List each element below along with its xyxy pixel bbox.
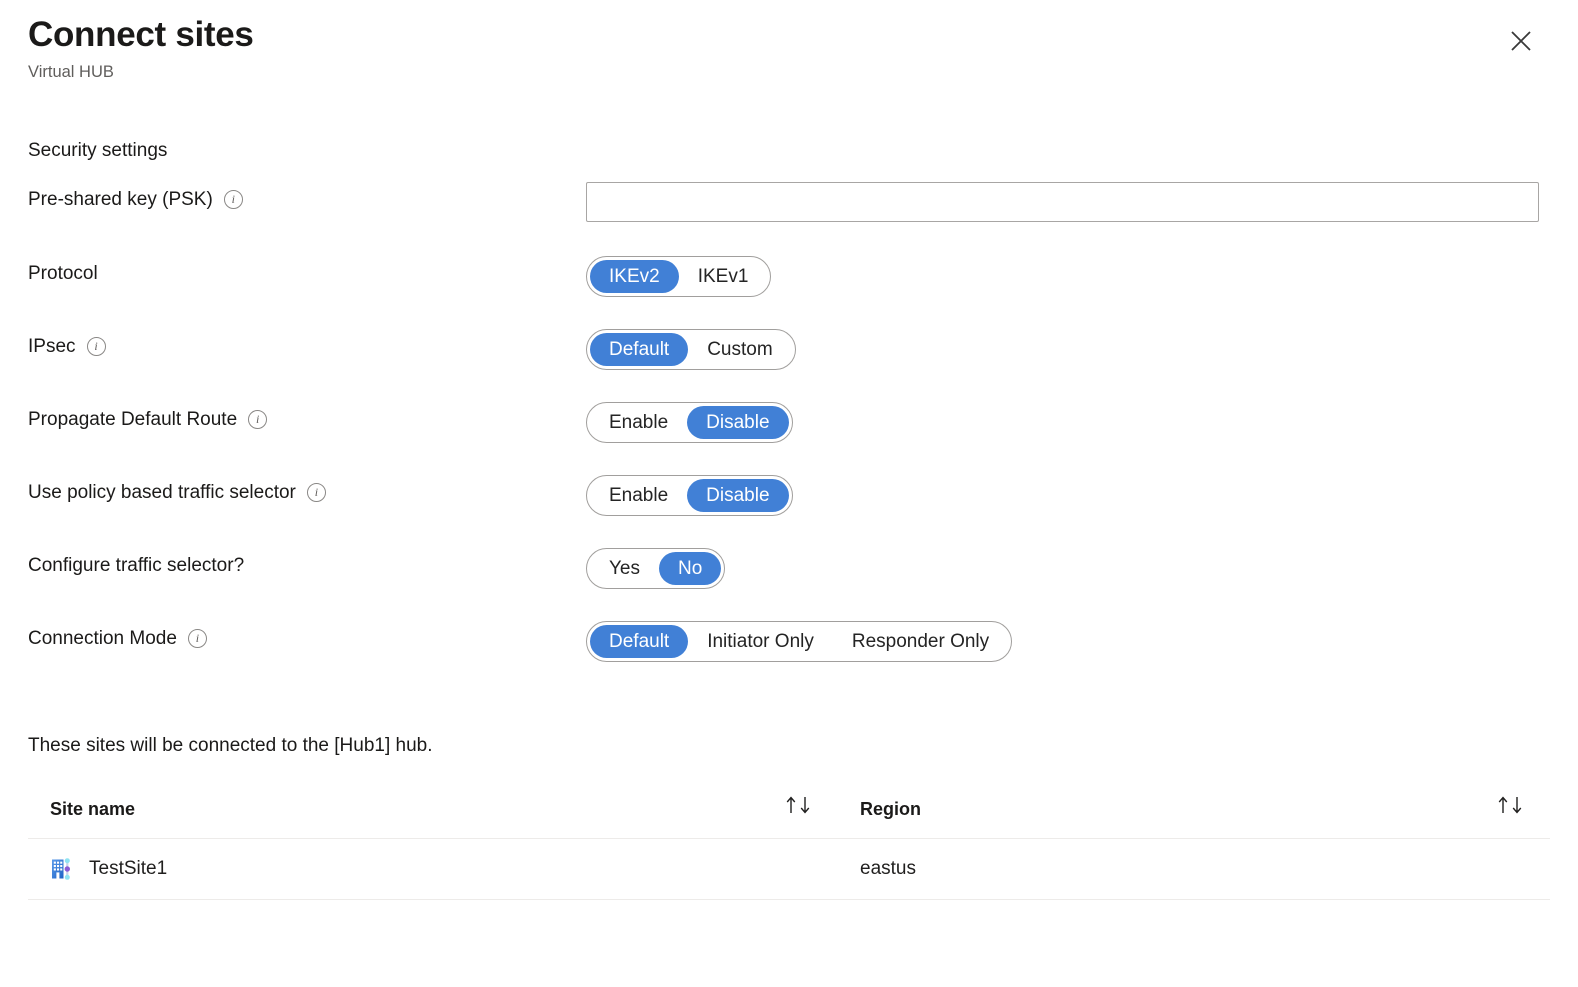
sites-note: These sites will be connected to the [Hu… [28,734,433,756]
info-icon-propagate-default-route[interactable]: i [248,410,268,430]
sort-updown-icon[interactable] [1495,795,1529,818]
sites-table-header: Site name Region [28,794,1550,839]
field-label-ipsec-text: IPsec [28,335,76,357]
info-icon-ipsec[interactable]: i [86,337,106,357]
propagate-default-route-option-enable[interactable]: Enable [590,406,687,439]
field-label-use-policy-based-traffic-selector: Use policy based traffic selector i [28,475,586,506]
column-header-region[interactable]: Region [838,794,1495,839]
field-label-psk-text: Pre-shared key (PSK) [28,188,213,210]
form-row-configure-traffic-selector: Configure traffic selector? Yes No [28,547,1550,595]
close-button[interactable] [1502,22,1540,60]
protocol-toggle: IKEv2 IKEv1 [586,255,772,297]
table-row[interactable]: TestSite1 eastus [28,838,1550,900]
cell-region-sort-spacer [1495,838,1550,900]
form-row-ipsec: IPsec i Default Custom [28,328,1550,376]
form-row-propagate-default-route: Propagate Default Route i Enable Disable [28,401,1550,449]
ipsec-toggle: Default Custom [586,328,796,370]
cell-site-name-sort-spacer [783,838,838,900]
field-control-psk [586,181,1550,222]
field-label-ipsec: IPsec i [28,329,586,360]
connection-mode-toggle: Default Initiator Only Responder Only [586,620,1013,662]
field-label-connection-mode-text: Connection Mode [28,627,177,649]
use-policy-based-traffic-selector-option-disable[interactable]: Disable [687,478,789,512]
protocol-option-ikev1[interactable]: IKEv1 [679,260,768,293]
field-label-protocol-text: Protocol [28,262,98,284]
site-name-cell-content: TestSite1 [50,856,783,882]
connection-mode-option-initiator-only[interactable]: Initiator Only [688,625,833,658]
security-settings-form: Security settings Pre-shared key (PSK) i… [0,140,1578,668]
configure-traffic-selector-toggle: Yes No [586,547,726,589]
field-label-use-policy-based-traffic-selector-text: Use policy based traffic selector [28,481,296,503]
field-control-configure-traffic-selector: Yes No [586,547,1550,589]
info-icon-connection-mode[interactable]: i [187,629,207,649]
configure-traffic-selector-option-yes[interactable]: Yes [590,552,659,585]
page-subtitle: Virtual HUB [28,63,114,81]
form-row-connection-mode: Connection Mode i Default Initiator Only… [28,620,1550,668]
field-control-use-policy-based-traffic-selector: Enable Disable [586,474,1550,516]
sites-table-body: TestSite1 eastus [28,838,1550,900]
use-policy-based-traffic-selector-option-enable[interactable]: Enable [590,479,687,512]
info-icon-use-policy-based-traffic-selector[interactable]: i [306,483,326,503]
form-row-protocol: Protocol IKEv2 IKEv1 [28,255,1550,303]
use-policy-based-traffic-selector-toggle: Enable Disable [586,474,793,516]
connection-mode-option-responder-only[interactable]: Responder Only [833,625,1008,658]
sites-table: Site name Region TestSite1 eastus [28,794,1550,900]
ipsec-option-default[interactable]: Default [590,332,689,366]
field-control-protocol: IKEv2 IKEv1 [586,255,1550,297]
column-header-site-name[interactable]: Site name [28,794,783,839]
field-control-connection-mode: Default Initiator Only Responder Only [586,620,1550,662]
cell-region: eastus [838,838,1495,900]
info-icon-psk[interactable]: i [223,190,243,210]
field-control-ipsec: Default Custom [586,328,1550,370]
form-row-use-policy-based-traffic-selector: Use policy based traffic selector i Enab… [28,474,1550,522]
close-icon [1508,28,1534,54]
field-control-propagate-default-route: Enable Disable [586,401,1550,443]
blade-header: Connect sites Virtual HUB [0,0,1578,83]
field-label-propagate-default-route-text: Propagate Default Route [28,408,238,430]
page-title: Connect sites [28,15,254,54]
protocol-option-ikev2[interactable]: IKEv2 [590,259,679,293]
connection-mode-option-default[interactable]: Default [590,624,689,658]
form-row-psk: Pre-shared key (PSK) i [28,181,1550,229]
field-label-connection-mode: Connection Mode i [28,621,586,652]
propagate-default-route-option-disable[interactable]: Disable [687,405,789,439]
configure-traffic-selector-option-no[interactable]: No [659,551,722,585]
field-label-configure-traffic-selector-text: Configure traffic selector? [28,554,245,576]
table-header-row: Site name Region [28,794,1550,839]
cell-site-name: TestSite1 [28,838,783,900]
site-name-text: TestSite1 [89,857,168,879]
propagate-default-route-toggle: Enable Disable [586,401,793,443]
field-label-protocol: Protocol [28,256,586,287]
section-title-security-settings: Security settings [28,139,168,161]
site-building-icon [50,856,76,882]
psk-input[interactable] [586,181,1539,222]
field-label-propagate-default-route: Propagate Default Route i [28,402,586,433]
sort-control-region[interactable] [1495,794,1550,839]
field-label-psk: Pre-shared key (PSK) i [28,182,586,213]
sort-control-site-name[interactable] [783,794,838,839]
field-label-configure-traffic-selector: Configure traffic selector? [28,548,586,579]
sort-updown-icon[interactable] [783,795,817,818]
ipsec-option-custom[interactable]: Custom [688,333,791,366]
